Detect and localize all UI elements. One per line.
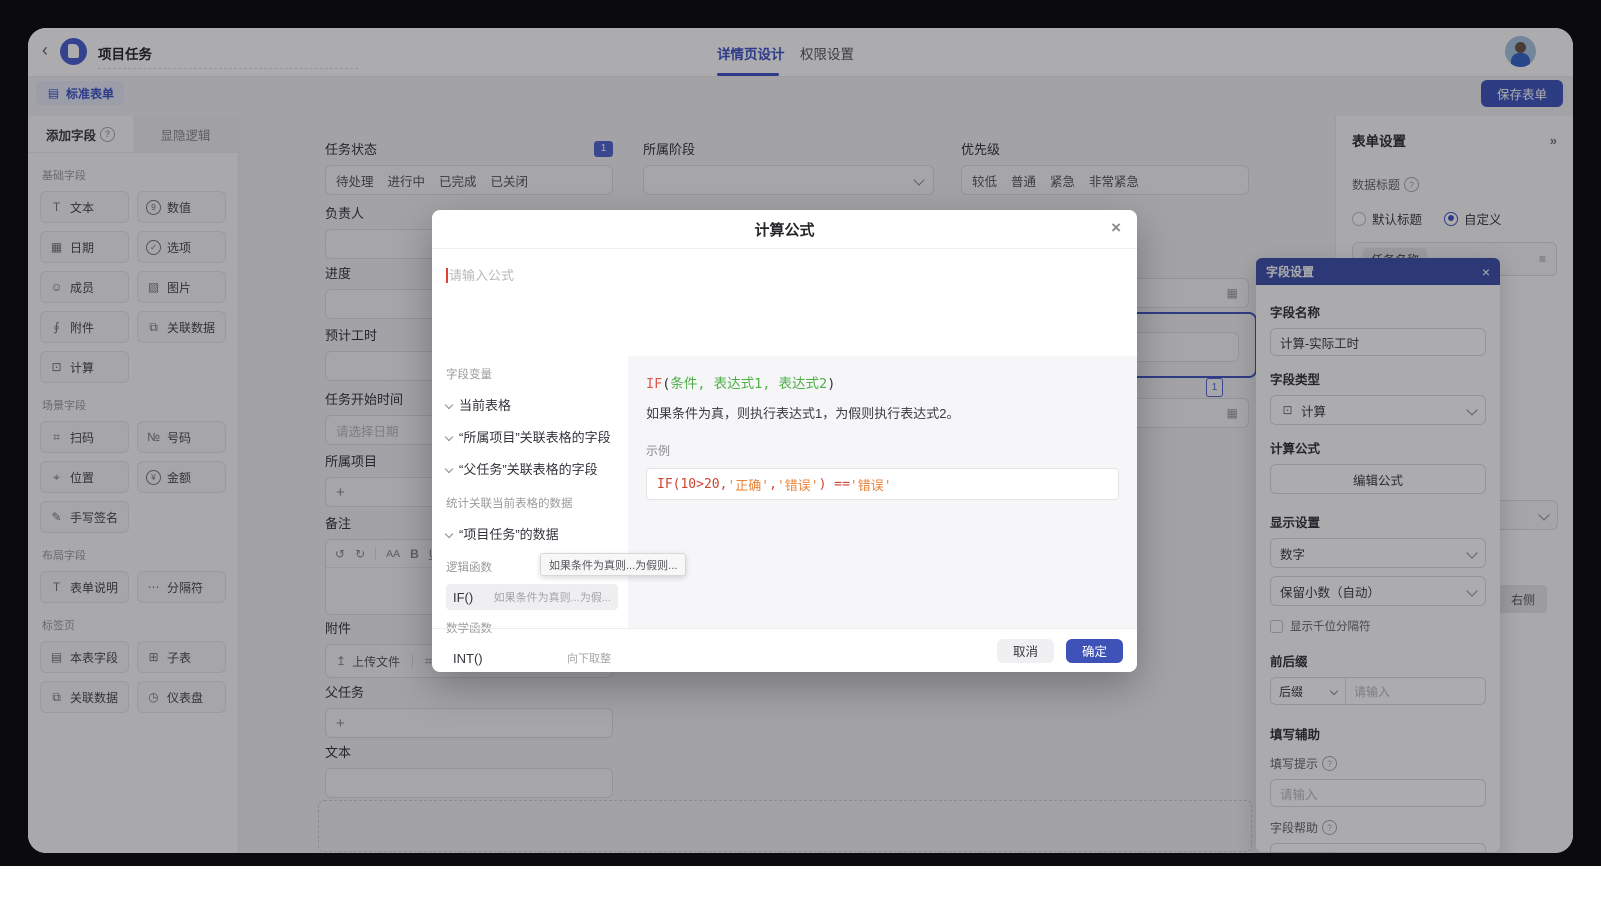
formula-input[interactable]: 请输入公式 — [432, 249, 1137, 356]
text-caret — [446, 268, 448, 283]
var-current-table[interactable]: 当前表格 — [444, 395, 618, 414]
fn-if[interactable]: IF() 如果条件为真则...为假... — [446, 584, 618, 610]
stats-project-task-data[interactable]: “项目任务”的数据 — [444, 524, 618, 543]
bottom-strip — [0, 866, 1601, 897]
close-icon[interactable]: × — [1111, 218, 1121, 238]
example-code: IF(10>20, '正确', '错误') == '错误' — [646, 468, 1119, 500]
example-label: 示例 — [646, 444, 671, 458]
function-doc: IF(条件, 表达式1, 表达式2) 如果条件为真，则执行表达式1，为假则执行表… — [628, 356, 1137, 629]
fn-description: 如果条件为真，则执行表达式1，为假则执行表达式2。 — [646, 406, 960, 421]
chevron-down-icon — [444, 464, 454, 473]
chevron-down-icon — [444, 529, 454, 538]
field-vars-label: 字段变量 — [446, 369, 492, 381]
formula-modal: 计算公式 × 请输入公式 字段变量 当前表格 “所属项目”关联表格的字段 “父任… — [432, 210, 1137, 672]
cancel-button[interactable]: 取消 — [996, 638, 1054, 663]
modal-title: 计算公式 — [754, 221, 815, 239]
chevron-down-icon — [444, 432, 454, 441]
stats-label: 统计关联当前表格的数据 — [446, 498, 573, 510]
if-tooltip: 如果条件为真则...为假则... — [540, 553, 687, 576]
page: ‹ 项目任务 详情页设计 权限设置 ▤ 标准表单 保存表单 添加字段 ? 显隐逻… — [0, 0, 1601, 897]
var-project-relation[interactable]: “所属项目”关联表格的字段 — [444, 427, 618, 446]
variable-list: 字段变量 当前表格 “所属项目”关联表格的字段 “父任务”关联表格的字段 统计关… — [432, 356, 628, 666]
var-parent-relation[interactable]: “父任务”关联表格的字段 — [444, 459, 618, 478]
chevron-down-icon — [444, 400, 454, 409]
confirm-button[interactable]: 确定 — [1065, 638, 1123, 663]
fn-name: IF — [646, 376, 663, 392]
